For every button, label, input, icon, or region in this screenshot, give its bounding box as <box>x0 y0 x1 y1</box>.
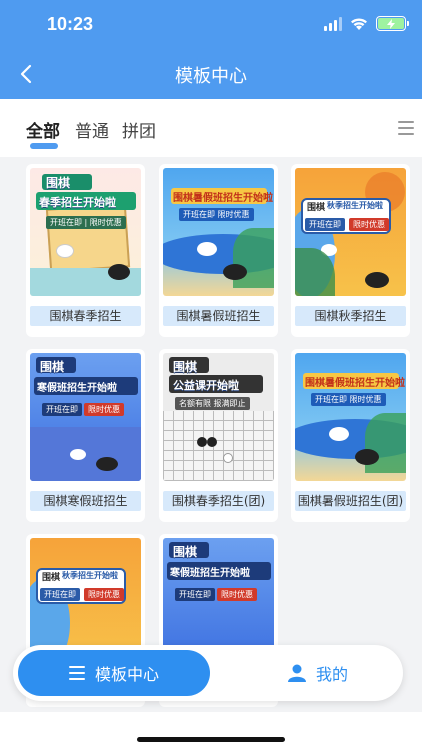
template-label: 围棋暑假班招生(团) <box>295 491 406 511</box>
template-thumbnail: 围棋 秋季招生开始啦 开班在即 限时优惠 <box>295 168 406 296</box>
battery-icon <box>376 16 409 31</box>
tab-group[interactable]: 拼团 <box>122 117 156 142</box>
template-card[interactable]: 围棋 公益课开始啦 名额有限 报满即止 围棋春季招生(团) <box>159 349 278 522</box>
nav-template-center[interactable]: 模板中心 <box>18 650 210 696</box>
status-icons <box>324 16 409 31</box>
nav-mine[interactable]: 我的 <box>238 650 398 696</box>
page-title: 模板中心 <box>175 66 247 87</box>
home-indicator <box>137 737 285 742</box>
menu-icon[interactable] <box>398 121 414 135</box>
tab-normal[interactable]: 普通 <box>75 117 109 142</box>
user-icon <box>287 664 306 682</box>
signal-icon <box>324 16 342 31</box>
status-time: 10:23 <box>47 14 94 34</box>
template-label: 围棋暑假班招生 <box>163 306 274 326</box>
template-thumbnail: 围棋 寒假班招生开始啦 开班在即 限时优惠 <box>30 353 141 481</box>
template-card[interactable]: 围棋暑假班招生开始啦 开班在即 限时优惠 围棋暑假班招生 <box>159 164 278 337</box>
nav-template-center-label: 模板中心 <box>94 665 159 684</box>
template-card[interactable]: 围棋 春季招生开始啦 开班在即 | 限时优惠 围棋春季招生 <box>26 164 145 337</box>
tab-indicator <box>30 143 58 149</box>
bottom-nav: 模板中心 我的 <box>13 645 403 701</box>
template-thumbnail: 围棋 公益课开始啦 名额有限 报满即止 <box>163 353 274 481</box>
bottom-area <box>0 712 422 750</box>
template-thumbnail: 围棋 春季招生开始啦 开班在即 | 限时优惠 <box>30 168 141 296</box>
wifi-icon <box>351 18 367 30</box>
tab-all[interactable]: 全部 <box>26 117 60 142</box>
template-card[interactable]: 围棋暑假班招生开始啦 开班在即 限时优惠 围棋暑假班招生(团) <box>291 349 410 522</box>
template-label: 围棋春季招生 <box>30 306 141 326</box>
template-label: 围棋秋季招生 <box>295 306 406 326</box>
template-card[interactable]: 围棋 寒假班招生开始啦 开班在即 限时优惠 围棋寒假班招生 <box>26 349 145 522</box>
template-card[interactable]: 围棋 秋季招生开始啦 开班在即 限时优惠 围棋秋季招生 <box>291 164 410 337</box>
app-header: 10:23 模板中心 <box>0 0 422 99</box>
template-label: 围棋寒假班招生 <box>30 491 141 511</box>
template-thumbnail: 围棋暑假班招生开始啦 开班在即 限时优惠 <box>295 353 406 481</box>
list-icon <box>68 666 85 680</box>
status-bar: 10:23 <box>0 0 422 50</box>
template-label: 围棋春季招生(团) <box>163 491 274 511</box>
template-thumbnail: 围棋暑假班招生开始啦 开班在即 限时优惠 <box>163 168 274 296</box>
tab-bar: 全部 普通 拼团 <box>0 99 422 157</box>
nav-mine-label: 我的 <box>315 665 348 684</box>
